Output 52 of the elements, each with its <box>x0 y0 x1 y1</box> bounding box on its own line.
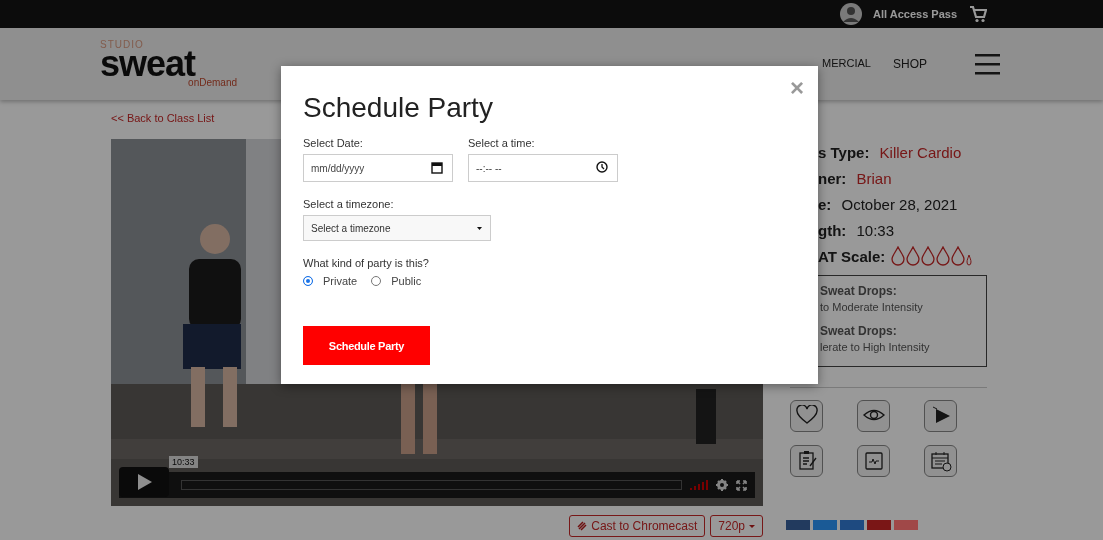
radio-option[interactable]: Public <box>371 275 422 287</box>
nav-link[interactable]: MERCIAL <box>822 57 871 71</box>
clock-icon[interactable] <box>596 161 608 174</box>
legend-title: Sweat Drops: <box>820 324 898 338</box>
play-button[interactable] <box>119 467 169 497</box>
eye-button[interactable] <box>857 400 890 432</box>
question-label: What kind of party is this? <box>303 257 430 269</box>
class-info-row-text: gth: 10:33 <box>817 220 896 241</box>
back-link[interactable]: << Back to Class List <box>111 112 215 124</box>
drop-icon <box>936 246 951 266</box>
calendar-button[interactable] <box>924 445 957 477</box>
activity-button[interactable] <box>857 445 890 477</box>
radio-button[interactable] <box>303 276 313 286</box>
time-field[interactable]: --:-- -- <box>468 154 618 182</box>
field-label: Select a time: <box>468 137 536 149</box>
nav-link[interactable]: SHOP <box>893 57 927 71</box>
cart-icon[interactable] <box>969 5 987 23</box>
account-link[interactable]: All Access Pass <box>873 8 957 20</box>
quality-button[interactable]: 720p <box>710 515 763 537</box>
radio-button[interactable] <box>371 276 382 286</box>
field-label: Select a timezone: <box>303 198 395 210</box>
timezone-dropdown[interactable]: Select a timezone <box>303 215 491 241</box>
avatar-icon[interactable] <box>840 3 862 25</box>
legend-title: Sweat Drops: <box>820 284 898 298</box>
radio-option[interactable]: Private <box>303 275 358 287</box>
class-info-row-text: e: October 28, 2021 <box>817 194 959 215</box>
link-icon <box>577 521 588 531</box>
settings-icon[interactable] <box>716 479 728 491</box>
caret-icon <box>749 524 755 528</box>
menu-icon[interactable] <box>975 53 1000 75</box>
legend-text: lerate to High Intensity <box>820 341 931 353</box>
activity-icon <box>862 450 885 472</box>
schedule-party-button[interactable]: Schedule Party <box>303 326 430 365</box>
calendar-icon <box>929 450 952 472</box>
drop-icon <box>921 246 936 266</box>
time-tooltip: 10:33 <box>169 456 198 468</box>
modal-title: Schedule Party <box>303 92 494 124</box>
class-info-row-text: ner: Brian <box>817 168 893 189</box>
clipboard-button[interactable] <box>790 445 823 477</box>
drop-icon <box>906 246 921 266</box>
date-field[interactable]: mm/dd/yyyy <box>303 154 453 182</box>
caret-icon <box>477 226 482 230</box>
cast-button[interactable]: Cast to Chromecast <box>569 515 706 537</box>
play-button[interactable] <box>924 400 957 432</box>
fullscreen-icon[interactable] <box>736 479 747 491</box>
heart-button[interactable] <box>790 400 823 432</box>
legend-text: to Moderate Intensity <box>820 301 924 313</box>
field-label: Select Date: <box>303 137 364 149</box>
info-label: AT Scale: <box>818 247 886 265</box>
calendar-icon[interactable] <box>431 161 443 174</box>
drop-icon <box>891 246 906 266</box>
class-info-row-text: s Type: Killer Cardio <box>817 142 963 163</box>
